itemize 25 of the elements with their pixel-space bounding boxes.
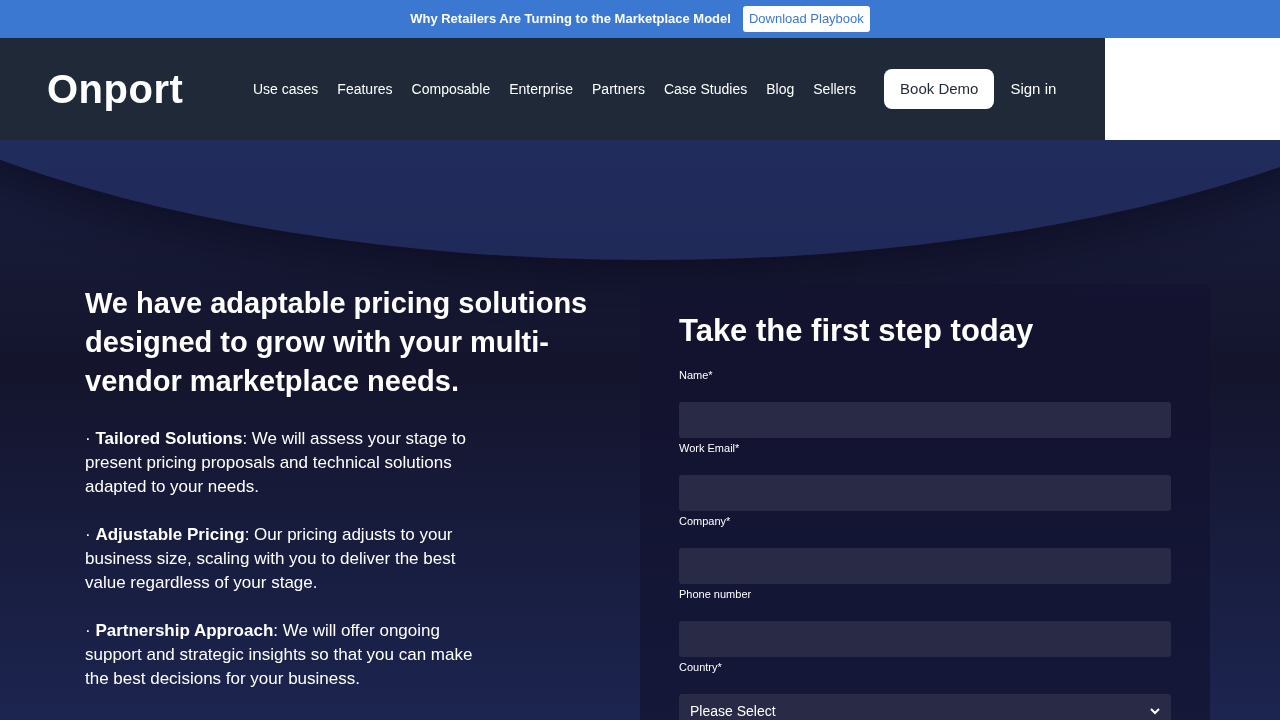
nav-link[interactable]: Partners xyxy=(592,78,645,100)
field-label: Work Email* xyxy=(679,440,741,456)
feature-paragraph: · Tailored Solutions: We will assess your stage to present pricing proposals and technical solutions adapted to your needs. xyxy=(85,428,468,498)
feature-paragraph: · Partnership Approach: We will offer ongoing support and strategic insights so that you can make the best decisions for your business. xyxy=(85,620,474,690)
form-title: Take the first step today xyxy=(679,312,1035,350)
chevron-down-icon xyxy=(1150,708,1160,715)
field-label: Name* xyxy=(679,367,714,383)
nav-link[interactable]: Enterprise xyxy=(509,78,574,100)
nav-link[interactable]: Sellers xyxy=(813,78,857,100)
book-demo-button[interactable]: Book Demo xyxy=(884,69,995,109)
sign-in-link[interactable]: Sign in xyxy=(1010,77,1057,101)
nav-link[interactable]: Case Studies xyxy=(663,78,748,100)
field-label: Country* xyxy=(679,659,723,675)
field-label: Phone number xyxy=(679,586,753,602)
download-playbook-button[interactable]: Download Playbook xyxy=(742,6,870,32)
nav-link[interactable]: Features xyxy=(337,78,393,100)
nav-link[interactable]: Use cases xyxy=(253,78,319,100)
announcement-text: Why Retailers Are Turning to the Marketplace Model xyxy=(410,10,731,29)
hero-heading: We have adaptable pricing solutions designed to grow with your multi-vendor marketplace needs. xyxy=(85,286,589,399)
logo[interactable]: Onport xyxy=(47,59,253,119)
nav-link[interactable]: Composable xyxy=(411,78,491,100)
country-dropdown[interactable]: Please Select xyxy=(679,693,1171,720)
feature-paragraph: · Adjustable Pricing: Our pricing adjusts to your business size, scaling with you to deliver the best value regardless of your stage. xyxy=(85,524,457,594)
field-label: Company* xyxy=(679,513,732,529)
nav-link[interactable]: Blog xyxy=(766,78,795,100)
